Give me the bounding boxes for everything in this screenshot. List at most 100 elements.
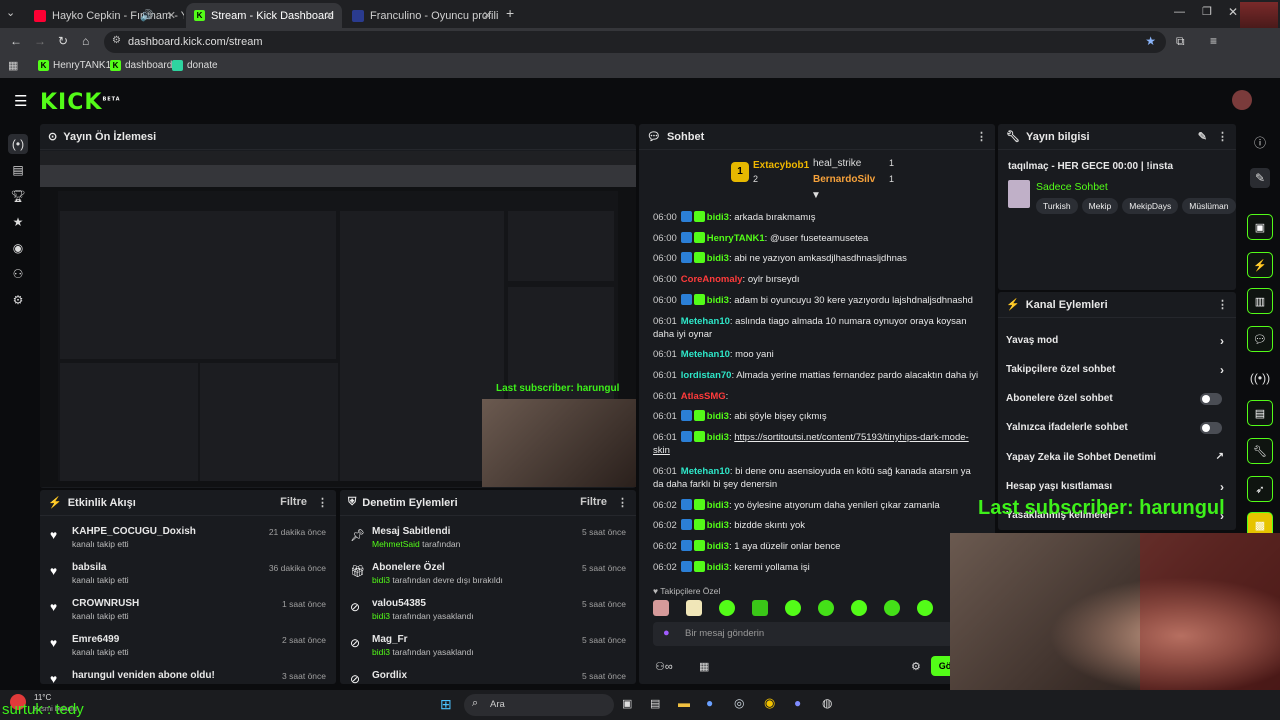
close-tab-icon[interactable]: ✕ xyxy=(167,9,176,22)
analytics-icon[interactable]: ▤ xyxy=(8,160,28,180)
widgets-icon[interactable]: ▤ xyxy=(650,697,660,710)
chat-username[interactable]: Metehan10 xyxy=(681,316,730,327)
task-view-icon[interactable]: ▣ xyxy=(622,697,632,710)
slow-mode-option[interactable]: Yavaş mod › xyxy=(1006,334,1228,351)
avatar[interactable] xyxy=(1232,90,1252,110)
chat-username[interactable]: lordistan70 xyxy=(681,370,732,381)
chat-username[interactable]: bidi3 xyxy=(707,212,729,223)
top-gifter-name[interactable]: heal_strike xyxy=(813,158,861,169)
emote-icon[interactable] xyxy=(884,600,900,616)
more-options-icon[interactable]: ⋮ xyxy=(317,496,328,509)
emote-icon[interactable] xyxy=(653,600,669,616)
broadcast-icon[interactable]: ((•)) xyxy=(1250,368,1270,388)
taskbar-search[interactable]: ⌕ Ara xyxy=(464,694,614,716)
filter-button[interactable]: Filtre xyxy=(280,496,307,509)
close-tab-icon[interactable]: ✕ xyxy=(483,9,492,22)
windows-start-icon[interactable]: ⊞ xyxy=(440,696,452,713)
emote-icon[interactable] xyxy=(818,600,834,616)
audio-icon[interactable]: 🔊 xyxy=(140,9,154,22)
url-field[interactable]: ⚙ dashboard.kick.com/stream ★ xyxy=(104,31,1166,53)
ai-moderation-option[interactable]: Yapay Zeka ile Sohbet Denetimi ↗ xyxy=(1006,451,1228,468)
chat-username[interactable]: Metehan10 xyxy=(681,349,730,360)
more-options-icon[interactable]: ⋮ xyxy=(1217,130,1228,143)
more-options-icon[interactable]: ⋮ xyxy=(617,496,628,509)
bookmark-henrytank1[interactable]: K HenryTANK1 xyxy=(38,60,111,71)
bookmark-dashboard[interactable]: K dashboard xyxy=(110,60,172,71)
emote-icon[interactable] xyxy=(752,600,768,616)
expand-icon[interactable]: ▼ xyxy=(811,190,821,201)
webcam-icon[interactable]: ◉ xyxy=(8,238,28,258)
minimize-icon[interactable]: — xyxy=(1174,6,1185,18)
steam-icon[interactable]: ◎ xyxy=(734,696,744,710)
app-icon[interactable]: ● xyxy=(706,696,713,710)
chat-bubble-icon[interactable]: 💬︎ xyxy=(1247,326,1273,352)
clip-icon[interactable]: ▣ xyxy=(1247,214,1273,240)
chat-username[interactable]: bidi3 xyxy=(707,295,729,306)
followers-only-option[interactable]: Takipçilere özel sohbet › xyxy=(1006,363,1228,380)
chrome-icon[interactable]: ◉ xyxy=(764,695,775,711)
obs-icon[interactable]: ◍ xyxy=(822,696,832,710)
chat-username[interactable]: bidi3 xyxy=(707,541,729,552)
bookmark-donate[interactable]: donate xyxy=(172,60,218,71)
users-icon[interactable]: ⚇ xyxy=(8,264,28,284)
close-window-icon[interactable]: ✕ xyxy=(1228,5,1238,19)
bookmark-star-icon[interactable]: ★ xyxy=(1145,34,1156,48)
menu-icon[interactable]: ≡ xyxy=(1210,34,1217,48)
stream-icon[interactable]: (•) xyxy=(8,134,28,154)
emotes-only-toggle[interactable] xyxy=(1200,422,1222,434)
more-options-icon[interactable]: ⋮ xyxy=(1217,298,1228,311)
filter-button[interactable]: Filtre xyxy=(580,496,607,509)
category-name[interactable]: Sadece Sohbet xyxy=(1036,181,1108,193)
emote-icon[interactable] xyxy=(851,600,867,616)
hamburger-menu-icon[interactable]: ☰ xyxy=(14,92,27,110)
settings-icon[interactable]: ⚙ xyxy=(8,290,28,310)
chat-username[interactable]: bidi3 xyxy=(707,500,729,511)
discord-icon[interactable]: ● xyxy=(794,696,801,710)
file-explorer-icon[interactable]: ▬ xyxy=(678,696,690,710)
emote-icon[interactable] xyxy=(785,600,801,616)
trophy-icon[interactable]: 🏆︎ xyxy=(8,186,28,206)
kick-logo[interactable]: KICKBETA xyxy=(40,90,121,115)
tab-youtube[interactable]: Hayko Cepkin - Fırtınam - Y 🔊 ✕ xyxy=(26,3,184,28)
chat-username[interactable]: bidi3 xyxy=(707,432,729,443)
tab-list-icon[interactable]: ⌄ xyxy=(6,6,15,19)
community-icon[interactable]: ★ xyxy=(8,212,28,232)
top-gifter-name[interactable]: BernardoSilv xyxy=(813,174,875,185)
database-icon[interactable]: ▤ xyxy=(1247,400,1273,426)
chat-input[interactable]: ● Bir mesaj gönderin xyxy=(653,622,953,646)
emote-picker-icon[interactable]: ⚇∞ xyxy=(655,660,673,673)
chat-username[interactable]: Metehan10 xyxy=(681,466,730,477)
new-tab-icon[interactable]: + xyxy=(506,5,514,21)
clipboard-icon[interactable]: ▥ xyxy=(1247,288,1273,314)
apps-icon[interactable]: ▦ xyxy=(8,59,18,72)
chat-settings-icon[interactable]: ⚙ xyxy=(911,660,921,673)
chat-username[interactable]: bidi3 xyxy=(707,411,729,422)
chat-username[interactable]: bidi3 xyxy=(707,520,729,531)
home-icon[interactable]: ⌂ xyxy=(82,34,89,48)
restore-icon[interactable]: ❐ xyxy=(1202,5,1212,18)
more-options-icon[interactable]: ⋮ xyxy=(976,130,987,143)
back-icon[interactable]: ← xyxy=(10,34,22,48)
lightning-icon[interactable]: ⚡ xyxy=(1247,252,1273,278)
store-icon[interactable]: ▦ xyxy=(699,660,709,673)
close-tab-icon[interactable]: ✕ xyxy=(325,9,334,22)
info-icon[interactable]: ⓘ xyxy=(1250,132,1270,152)
wrench-icon[interactable]: 🔧︎ xyxy=(1247,438,1273,464)
emote-icon[interactable] xyxy=(719,600,735,616)
reload-icon[interactable]: ↻ xyxy=(58,34,68,48)
chat-username[interactable]: bidi3 xyxy=(707,562,729,573)
edit-icon[interactable]: ✎ xyxy=(1250,168,1270,188)
chat-username[interactable]: AtlasSMG xyxy=(681,391,726,402)
top-gifter-name[interactable]: Extacybob1 xyxy=(753,160,809,171)
edit-icon[interactable]: ✎ xyxy=(1198,130,1207,143)
forward-icon[interactable]: → xyxy=(34,34,46,48)
chat-username[interactable]: HenryTANK1 xyxy=(707,233,765,244)
tab-kick-dashboard[interactable]: K Stream - Kick Dashboard ✕ xyxy=(186,3,342,28)
chat-username[interactable]: CoreAnomaly xyxy=(681,274,743,285)
chat-username[interactable]: bidi3 xyxy=(707,253,729,264)
subscribers-only-toggle[interactable] xyxy=(1200,393,1222,405)
emote-icon[interactable] xyxy=(686,600,702,616)
tab-franculino[interactable]: Franculino - Oyuncu profili 25/ ✕ xyxy=(344,3,500,28)
emote-icon[interactable] xyxy=(917,600,933,616)
site-info-icon[interactable]: ⚙ xyxy=(112,35,121,46)
